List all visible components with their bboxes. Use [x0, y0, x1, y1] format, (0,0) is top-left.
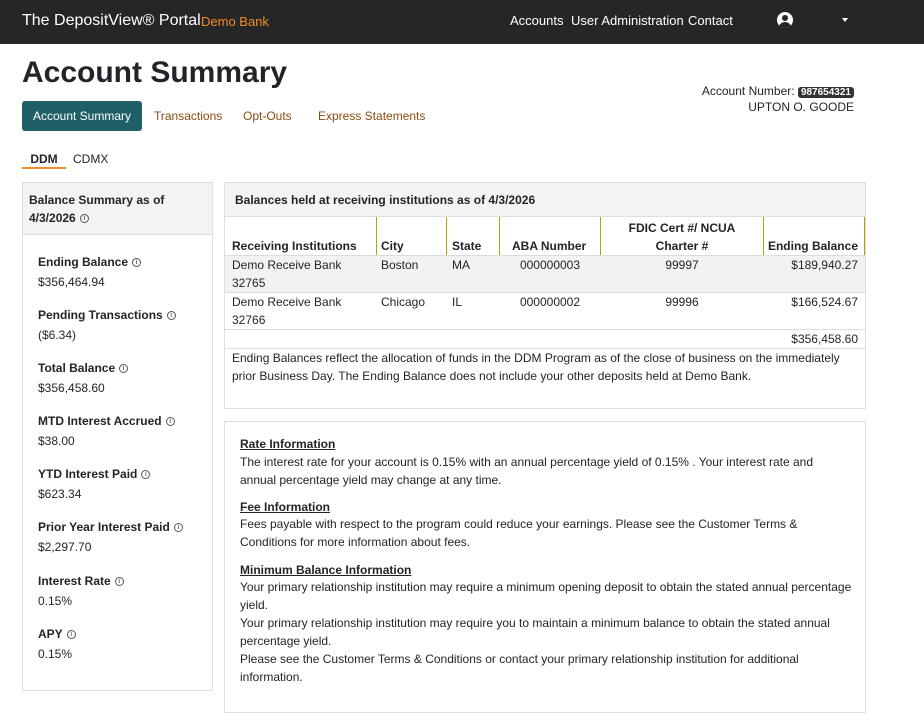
- page-title: Account Summary: [22, 56, 288, 89]
- account-info: Account Number: 987654321 UPTON O. GOODE: [702, 84, 854, 114]
- nav-contact[interactable]: Contact: [688, 13, 733, 28]
- balance-summary-header: Balance Summary as of 4/3/2026 i: [23, 183, 212, 235]
- metric-label-total-balance: Total Balance i: [38, 361, 129, 375]
- col-header-fdic: FDIC Cert #/ NCUA: [628, 221, 736, 235]
- metric-label-prior-year-interest: Prior Year Interest Paid i: [38, 520, 183, 534]
- balance-summary-card: Balance Summary as of 4/3/2026 i Ending B…: [22, 182, 213, 691]
- info-icon[interactable]: i: [166, 311, 176, 321]
- program-info-card: Rate Information The interest rate for y…: [224, 421, 866, 713]
- info-icon[interactable]: i: [79, 214, 89, 224]
- metric-label-interest-rate: Interest Rate i: [38, 574, 124, 588]
- min-balance-text-1: Your primary relationship institution ma…: [240, 580, 852, 612]
- tab-transactions[interactable]: Transactions: [154, 101, 222, 131]
- subtab-ddm[interactable]: DDM: [22, 152, 66, 169]
- info-icon[interactable]: i: [114, 577, 124, 587]
- balance-summary-title: Balance Summary as of: [29, 193, 165, 207]
- info-icon[interactable]: i: [132, 258, 142, 268]
- balances-card: Balances held at receiving institutions …: [224, 182, 866, 409]
- cell-state: MA: [452, 258, 470, 272]
- info-icon[interactable]: i: [119, 364, 129, 374]
- metric-value-prior-year-interest: $2,297.70: [38, 540, 92, 554]
- metric-value-interest-rate: 0.15%: [38, 594, 73, 608]
- account-number-badge: 987654321: [797, 87, 854, 98]
- metric-value-ytd-interest: $623.34: [38, 487, 82, 501]
- info-icon[interactable]: i: [173, 523, 183, 533]
- metric-value-pending-transactions: ($6.34): [38, 328, 77, 342]
- cell-aba: 000000002: [519, 295, 581, 309]
- metric-label-pending-transactions: Pending Transactions i: [38, 308, 176, 322]
- subtab-cdmx[interactable]: CDMX: [73, 152, 108, 166]
- balances-title: Balances held at receiving institutions …: [225, 183, 865, 217]
- brand-bank-name: Demo Bank: [201, 14, 269, 29]
- table-divider: [499, 217, 500, 255]
- cell-cert: 99997: [665, 258, 699, 272]
- caret-down-icon[interactable]: [842, 18, 848, 22]
- min-balance-text-2: Your primary relationship institution ma…: [240, 616, 830, 648]
- rate-info-text: The interest rate for your account is 0.…: [240, 455, 814, 487]
- balance-summary-date: 4/3/2026: [29, 211, 76, 225]
- tab-express-statements[interactable]: Express Statements: [318, 101, 425, 131]
- col-header-institution: Receiving Institutions: [232, 239, 357, 253]
- col-header-state: State: [452, 239, 482, 253]
- col-header-ending-balance: Ending Balance: [767, 239, 858, 253]
- tab-account-summary[interactable]: Account Summary: [22, 101, 142, 131]
- metric-value-apy: 0.15%: [38, 647, 73, 661]
- cell-city: Chicago: [381, 295, 426, 309]
- account-holder-name: UPTON O. GOODE: [748, 100, 854, 114]
- rate-info-title: Rate Information: [240, 437, 336, 451]
- table-divider: [864, 217, 865, 255]
- cell-balance: $189,940.27: [791, 258, 858, 272]
- cell-institution: Demo Receive Bank 32765: [232, 258, 342, 290]
- balances-note: Ending Balances reflect the allocation o…: [232, 351, 840, 383]
- col-header-charter: Charter #: [655, 239, 709, 253]
- info-icon[interactable]: i: [66, 630, 76, 640]
- metric-label-ending-balance: Ending Balance i: [38, 255, 142, 269]
- table-divider: [446, 217, 447, 255]
- cell-state: IL: [452, 295, 463, 309]
- tab-opt-outs[interactable]: Opt-Outs: [243, 101, 292, 131]
- cell-aba: 000000003: [519, 258, 581, 272]
- min-balance-title: Minimum Balance Information: [240, 563, 412, 577]
- nav-user-administration[interactable]: User Administration: [571, 13, 684, 28]
- top-navbar: The DepositView® Portal Demo Bank Accoun…: [0, 0, 924, 44]
- metric-label-mtd-interest: MTD Interest Accrued i: [38, 414, 175, 428]
- metric-label-ytd-interest: YTD Interest Paid i: [38, 467, 151, 481]
- metric-value-ending-balance: $356,464.94: [38, 275, 105, 289]
- cell-institution: Demo Receive Bank 32766: [232, 295, 342, 327]
- account-number-label: Account Number:: [701, 84, 795, 98]
- cell-cert: 99996: [665, 295, 699, 309]
- table-divider: [376, 217, 377, 255]
- metric-value-total-balance: $356,458.60: [38, 381, 105, 395]
- col-header-aba: ABA Number: [512, 239, 587, 253]
- brand-title[interactable]: The DepositView® Portal: [22, 12, 201, 30]
- metric-value-mtd-interest: $38.00: [38, 434, 75, 448]
- user-circle-icon[interactable]: [777, 12, 793, 28]
- min-balance-text-3: Please see the Customer Terms & Conditio…: [240, 652, 799, 684]
- cell-city: Boston: [381, 258, 419, 272]
- info-icon[interactable]: i: [141, 470, 151, 480]
- info-icon[interactable]: i: [165, 417, 175, 427]
- table-total: $356,458.60: [791, 332, 858, 346]
- nav-accounts[interactable]: Accounts: [510, 13, 563, 28]
- cell-balance: $166,524.67: [791, 295, 858, 309]
- col-header-city: City: [381, 239, 404, 253]
- fee-info-text: Fees payable with respect to the program…: [240, 517, 798, 549]
- metric-label-apy: APY i: [38, 627, 76, 641]
- fee-info-title: Fee Information: [240, 500, 331, 514]
